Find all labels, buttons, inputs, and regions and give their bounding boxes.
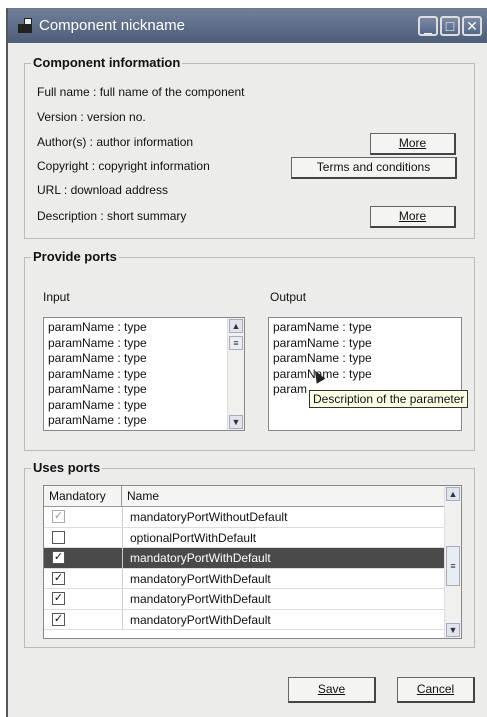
scroll-up-icon[interactable]: ▲ [229, 319, 243, 333]
output-port-list-item[interactable]: paramName : type [269, 367, 461, 383]
cancel-button[interactable]: Cancel [397, 677, 475, 703]
authors-more-button[interactable]: More [370, 133, 456, 155]
description-text: Description : short summary [37, 209, 187, 223]
title-bar[interactable]: Component nickname _ □ ✕ [8, 9, 487, 43]
output-label: Output [270, 290, 307, 304]
parameter-tooltip: Description of the parameter [309, 390, 469, 408]
save-label: Save [317, 682, 346, 696]
table-row[interactable]: ✓ mandatoryPortWithDefault [44, 548, 445, 569]
mandatory-checkbox[interactable]: ✓ [52, 571, 65, 585]
table-row[interactable]: ✓ mandatoryPortWithoutDefault [44, 507, 445, 528]
column-header-name[interactable]: Name [122, 486, 447, 506]
input-port-list-item[interactable]: paramName : type [44, 398, 244, 414]
maximize-button[interactable]: □ [440, 16, 460, 36]
scroll-thumb[interactable]: ≡ [446, 546, 460, 586]
output-ports-list[interactable]: paramName : type paramName : type paramNam… [268, 317, 462, 431]
cancel-label: Cancel [416, 682, 455, 696]
authors-more-label: More [398, 136, 427, 150]
component-info-group: Component information Full name : full n… [24, 55, 475, 239]
close-button[interactable]: ✕ [462, 16, 482, 36]
provide-ports-group: Provide ports Input Output paramName : t… [24, 249, 475, 451]
mandatory-checkbox[interactable]: ✓ [52, 551, 65, 564]
input-port-list-item[interactable]: paramName : type [44, 413, 244, 429]
copyright-text: Copyright : copyright information [37, 159, 210, 173]
table-header: Mandatory Name [44, 486, 445, 507]
scroll-down-icon[interactable]: ▼ [229, 415, 243, 429]
input-list-scrollbar[interactable]: ▲ ≡ ▼ [227, 318, 244, 430]
terms-label: Terms and conditions [316, 160, 431, 174]
table-scrollbar[interactable]: ▲ ≡ ▼ [444, 486, 461, 638]
uses-ports-group: Uses ports Mandatory Name ✓ mandatoryPort… [24, 460, 475, 648]
mandatory-checkbox[interactable]: ✓ [52, 612, 65, 626]
input-label: Input [43, 290, 70, 304]
column-header-mandatory[interactable]: Mandatory [44, 486, 122, 506]
minimize-icon: _ [424, 18, 432, 34]
uses-ports-table[interactable]: Mandatory Name ✓ mandatoryPortWithoutDefa… [43, 485, 462, 639]
table-row[interactable]: ✓ mandatoryPortWithDefault [44, 589, 445, 610]
scroll-up-icon[interactable]: ▲ [446, 487, 460, 501]
output-port-list-item[interactable]: paramName : type [269, 351, 461, 367]
input-port-list-item[interactable]: paramName : type [44, 320, 244, 336]
input-ports-list[interactable]: paramName : type paramName : type paramNam… [43, 317, 245, 431]
url-text: URL : download address [37, 183, 168, 197]
port-name-cell: mandatoryPortWithDefault [130, 592, 271, 606]
table-row[interactable]: ✓ mandatoryPortWithDefault [44, 568, 445, 589]
input-port-list-item[interactable]: paramName : type [44, 367, 244, 383]
component-app-icon [18, 18, 32, 33]
port-name-cell: mandatoryPortWithoutDefault [130, 510, 288, 524]
mandatory-checkbox[interactable] [52, 530, 65, 544]
minimize-button[interactable]: _ [418, 16, 438, 36]
save-button[interactable]: Save [288, 677, 376, 703]
component-info-legend: Component information [31, 55, 183, 70]
description-more-label: More [398, 209, 427, 223]
close-icon: ✕ [466, 18, 478, 34]
port-name-cell: optionalPortWithDefault [130, 530, 257, 545]
input-port-list-item[interactable]: paramName : type [44, 382, 244, 398]
version-text: Version : version no. [37, 110, 146, 124]
mandatory-checkbox[interactable]: ✓ [52, 592, 65, 605]
scroll-thumb[interactable]: ≡ [229, 336, 243, 350]
window-title: Component nickname [39, 17, 185, 34]
port-name-cell: mandatoryPortWithDefault [130, 612, 271, 627]
input-port-list-item[interactable]: paramName : type [44, 336, 244, 352]
component-dialog: Component nickname _ □ ✕ Component infor… [6, 8, 487, 717]
description-more-button[interactable]: More [370, 206, 456, 228]
full-name-text: Full name : full name of the component [37, 85, 245, 99]
uses-ports-legend: Uses ports [31, 460, 103, 475]
input-port-list-item[interactable]: paramName : type [44, 351, 244, 367]
authors-text: Author(s) : author information [37, 135, 194, 149]
maximize-icon: □ [445, 18, 455, 34]
port-name-cell: mandatoryPortWithDefault [130, 571, 271, 586]
terms-button[interactable]: Terms and conditions [291, 157, 457, 179]
provide-ports-legend: Provide ports [31, 249, 119, 264]
table-row[interactable]: optionalPortWithDefault [44, 527, 445, 548]
port-name-cell: mandatoryPortWithDefault [130, 551, 271, 565]
output-port-list-item[interactable]: paramName : type [269, 320, 461, 336]
table-row[interactable]: ✓ mandatoryPortWithDefault [44, 609, 445, 630]
output-port-list-item[interactable]: paramName : type [269, 336, 461, 352]
mandatory-checkbox: ✓ [52, 510, 65, 523]
scroll-down-icon[interactable]: ▼ [446, 623, 460, 637]
